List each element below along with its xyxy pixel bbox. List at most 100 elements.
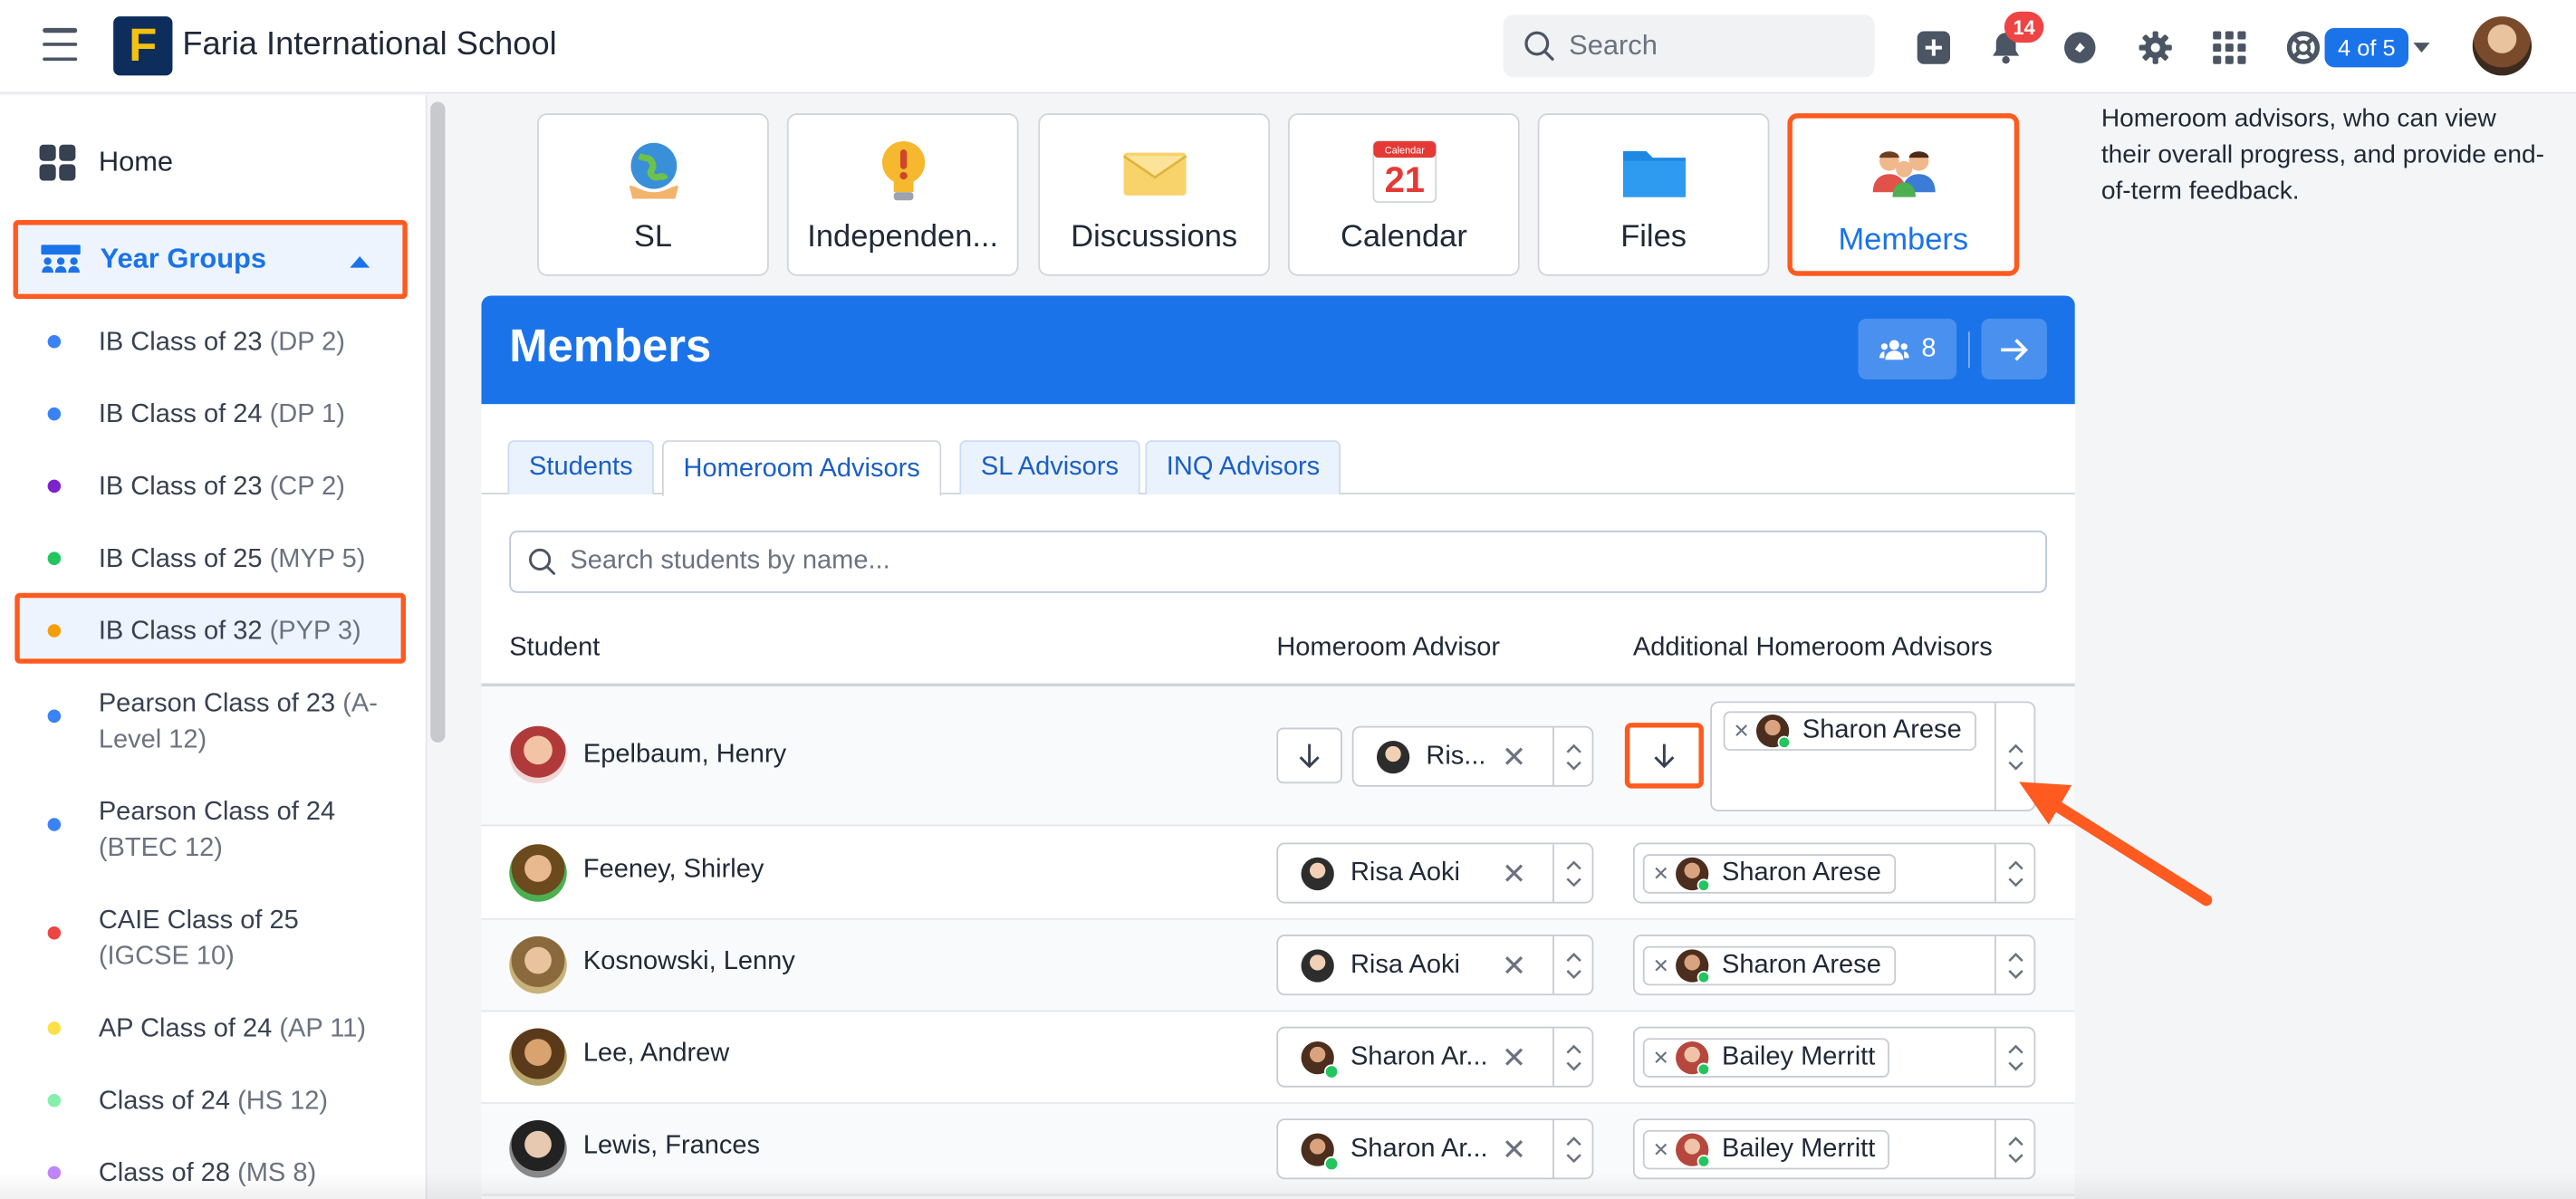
clear-icon[interactable]: ✕ — [1502, 1134, 1526, 1168]
select-spinner-icon[interactable] — [1552, 1028, 1592, 1086]
remove-chip-icon[interactable]: ✕ — [1653, 954, 1669, 977]
year-group-dot — [47, 1022, 62, 1035]
advisor-avatar — [1301, 857, 1334, 891]
homeroom-advisor-select[interactable]: Sharon Ar... ✕ — [1276, 1026, 1594, 1088]
advisor-avatar — [1676, 857, 1711, 892]
student-name[interactable]: Kosnowski, Lenny — [583, 948, 795, 978]
clear-icon[interactable]: ✕ — [1502, 858, 1526, 892]
apps-grid-icon[interactable] — [2210, 28, 2250, 68]
student-name[interactable]: Lewis, Frances — [583, 1132, 760, 1162]
additional-advisors-select[interactable]: ✕ Sharon Arese — [1710, 701, 2036, 812]
tool-tile-files[interactable]: Files — [1537, 113, 1770, 276]
tool-tile-calendar[interactable]: Calendar 21 Calendar — [1288, 113, 1520, 276]
tool-tile-independent[interactable]: Independen... — [786, 113, 1019, 276]
student-name[interactable]: Epelbaum, Henry — [583, 741, 786, 771]
remove-chip-icon[interactable]: ✕ — [1653, 1138, 1669, 1161]
clear-icon[interactable]: ✕ — [1502, 949, 1526, 983]
advisor-name: Risa Aoki — [1350, 858, 1460, 887]
globe-hands-icon — [628, 142, 678, 199]
remove-chip-icon[interactable]: ✕ — [1653, 1046, 1669, 1069]
gear-icon[interactable] — [2136, 28, 2176, 68]
advisor-chip-name: Sharon Arese — [1802, 715, 1962, 744]
advisor-chip-name: Bailey Merritt — [1721, 1042, 1876, 1071]
sidebar-scrollbar[interactable] — [430, 101, 446, 743]
select-spinner-icon[interactable] — [1994, 935, 2034, 994]
sidebar-item-year-groups[interactable]: Year Groups — [13, 220, 408, 300]
student-name[interactable]: Feeney, Shirley — [583, 856, 764, 886]
advisor-avatar — [1676, 1041, 1711, 1077]
select-spinner-icon[interactable] — [1552, 935, 1592, 994]
chat-icon[interactable] — [2061, 28, 2100, 68]
student-avatar[interactable] — [509, 725, 567, 784]
calendar-month-text: Calendar — [1384, 146, 1425, 157]
column-header-student[interactable]: Student — [509, 634, 600, 664]
envelope-icon — [1121, 152, 1187, 196]
column-header-homeroom-advisor[interactable]: Homeroom Advisor — [1276, 634, 1500, 664]
tab-homeroom-advisors[interactable]: Homeroom Advisors — [661, 440, 942, 496]
copy-down-button[interactable] — [1276, 727, 1342, 784]
tool-tile-discussions[interactable]: Discussions — [1038, 113, 1271, 276]
lightbulb-icon — [881, 140, 925, 201]
advisor-chip: ✕ Sharon Arese — [1642, 854, 1897, 894]
homeroom-advisor-select[interactable]: Sharon Ar... ✕ — [1276, 1118, 1594, 1180]
select-spinner-icon[interactable] — [1994, 1028, 2034, 1086]
remove-chip-icon[interactable]: ✕ — [1653, 862, 1669, 885]
additional-advisors-select[interactable]: ✕ Bailey Merritt — [1632, 1026, 2036, 1088]
add-icon[interactable] — [1914, 28, 1954, 68]
advisor-name: Sharon Ar... — [1350, 1042, 1488, 1071]
student-avatar[interactable] — [509, 844, 567, 902]
remove-chip-icon[interactable]: ✕ — [1734, 719, 1750, 742]
school-name[interactable]: Faria International School — [182, 26, 556, 64]
chevron-up-icon[interactable] — [350, 255, 370, 268]
chevron-down-icon[interactable] — [2413, 43, 2430, 53]
student-search-input[interactable]: Search students by name... — [509, 530, 2047, 593]
online-status-dot — [1323, 1064, 1340, 1079]
column-header-additional-advisors[interactable]: Additional Homeroom Advisors — [1633, 634, 1993, 664]
advisor-avatar — [1676, 1133, 1711, 1168]
select-spinner-icon[interactable] — [1552, 844, 1592, 902]
table-row: Epelbaum, Henry Ris... ✕ ✕ Sharon Arese — [481, 686, 2075, 827]
student-avatar[interactable] — [509, 935, 567, 994]
school-logo[interactable]: F — [113, 16, 173, 76]
members-header: Members 8 — [481, 295, 2075, 405]
additional-advisors-select[interactable]: ✕ Bailey Merritt — [1632, 1118, 2036, 1180]
tool-label: Discussions — [1071, 220, 1238, 255]
year-group-label: IB Class of 23 (DP 2) — [98, 328, 345, 357]
clear-icon[interactable]: ✕ — [1502, 741, 1526, 775]
tab-inq-advisors[interactable]: INQ Advisors — [1145, 440, 1341, 494]
year-group-label: IB Class of 23 (CP 2) — [98, 473, 345, 502]
help-text: Homeroom advisors, who can view their ov… — [2100, 105, 2545, 206]
tool-tile-members[interactable]: Members — [1787, 113, 2020, 276]
additional-advisors-select[interactable]: ✕ Sharon Arese — [1632, 935, 2036, 996]
user-avatar[interactable] — [2472, 16, 2533, 76]
student-avatar[interactable] — [509, 1028, 567, 1086]
tool-label: Members — [1838, 223, 1969, 258]
student-name[interactable]: Lee, Andrew — [583, 1040, 729, 1070]
clear-icon[interactable]: ✕ — [1502, 1041, 1526, 1076]
hamburger-menu-icon[interactable] — [43, 27, 78, 62]
homeroom-advisor-select[interactable]: Ris... ✕ — [1351, 725, 1594, 787]
open-members-button[interactable] — [1981, 318, 2047, 379]
member-count-button[interactable]: 8 — [1858, 318, 1957, 379]
select-spinner-icon[interactable] — [1994, 1120, 2034, 1178]
select-spinner-icon[interactable] — [1552, 727, 1592, 785]
search-icon — [1524, 31, 1554, 61]
student-avatar[interactable] — [509, 1120, 567, 1178]
calendar-icon: Calendar 21 — [1371, 140, 1437, 204]
classroom-icon — [41, 245, 81, 273]
additional-advisors-select[interactable]: ✕ Sharon Arese — [1632, 842, 2036, 904]
year-group-label: IB Class of 24 (DP 1) — [98, 400, 345, 429]
help-progress-pill[interactable]: 4 of 5 — [2324, 27, 2409, 68]
sidebar-item-home[interactable]: Home — [39, 144, 173, 181]
lifebuoy-help-icon[interactable] — [2283, 28, 2323, 68]
year-group-dot — [47, 709, 62, 724]
select-spinner-icon[interactable] — [1552, 1120, 1592, 1178]
search-placeholder: Search — [1569, 29, 1658, 62]
homeroom-advisor-select[interactable]: Risa Aoki ✕ — [1276, 842, 1594, 904]
tool-tile-sl[interactable]: SL — [537, 113, 769, 276]
tab-students[interactable]: Students — [507, 440, 655, 494]
global-search-input[interactable]: Search — [1503, 14, 1875, 78]
homeroom-advisor-select[interactable]: Risa Aoki ✕ — [1276, 935, 1594, 996]
copy-down-button-highlighted[interactable] — [1624, 723, 1704, 789]
tab-sl-advisors[interactable]: SL Advisors — [959, 440, 1140, 494]
